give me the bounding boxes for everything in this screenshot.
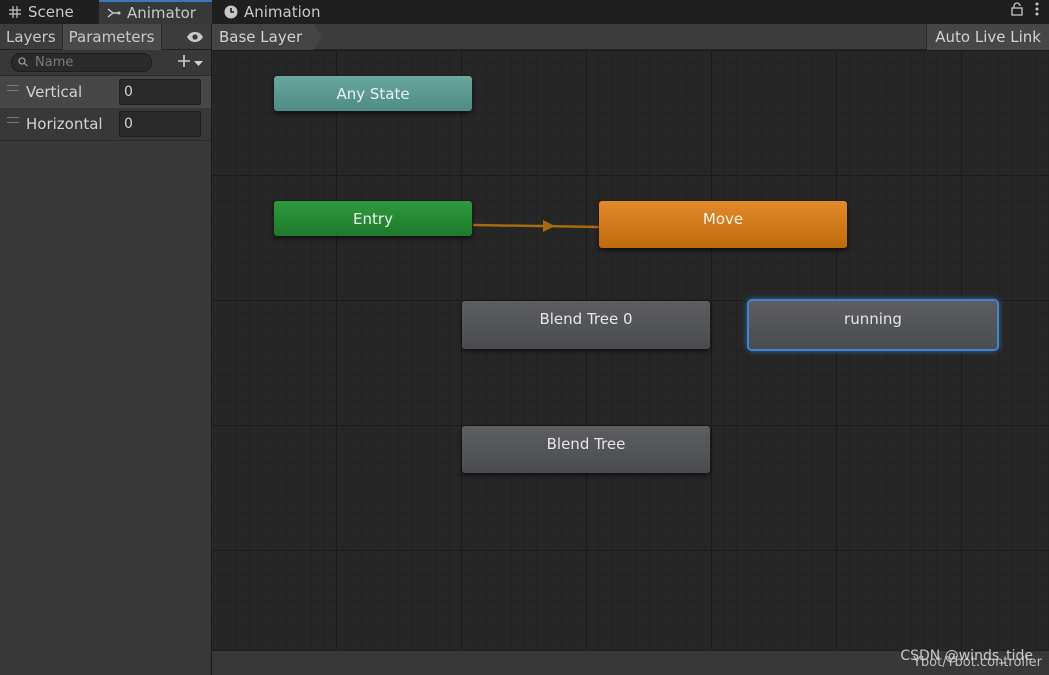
tab-scene[interactable]: Scene xyxy=(0,0,84,24)
tab-label: Animator xyxy=(127,4,196,22)
transition-layer xyxy=(472,220,601,232)
parameter-value-field[interactable] xyxy=(119,111,201,137)
state-any-state[interactable]: Any State xyxy=(274,76,472,111)
parameter-value-field[interactable] xyxy=(119,79,201,105)
tab-layers[interactable]: Layers xyxy=(0,23,63,50)
breadcrumb[interactable]: Base Layer xyxy=(212,24,322,50)
tab-label: Animation xyxy=(244,3,321,21)
parameter-row[interactable]: Horizontal xyxy=(0,108,211,140)
parameter-name: Vertical xyxy=(26,83,83,101)
lock-icon[interactable] xyxy=(1011,2,1023,20)
search-input[interactable] xyxy=(35,55,145,70)
panel-tabs: Layers Parameters xyxy=(0,23,211,50)
state-blend-tree-0[interactable]: Blend Tree 0 xyxy=(462,301,710,349)
window-tab-bar: Scene Animator Animation xyxy=(0,0,1049,24)
state-move[interactable]: Move xyxy=(599,201,847,248)
divider xyxy=(0,140,211,141)
state-label: Blend Tree xyxy=(546,435,626,453)
transition-line[interactable] xyxy=(472,223,601,229)
state-label: running xyxy=(844,310,902,328)
state-blend-tree[interactable]: Blend Tree xyxy=(462,426,710,473)
grid-icon xyxy=(8,5,22,19)
parameter-row[interactable]: Vertical xyxy=(0,76,211,108)
parameter-name: Horizontal xyxy=(26,115,103,133)
state-label: Entry xyxy=(353,210,393,228)
parameter-search-row xyxy=(0,50,211,76)
parameters-panel: Layers Parameters Vertical Horizontal xyxy=(0,23,212,675)
tab-animation[interactable]: Animation xyxy=(216,0,330,24)
clock-icon xyxy=(224,5,238,19)
more-options-icon[interactable] xyxy=(1035,2,1039,20)
window-controls xyxy=(1011,2,1039,20)
transition-arrow-icon[interactable] xyxy=(543,220,555,232)
state-label: Move xyxy=(702,210,744,228)
state-label: Any State xyxy=(336,85,410,103)
search-icon xyxy=(18,55,30,71)
eye-icon[interactable] xyxy=(185,30,205,44)
add-parameter-button[interactable] xyxy=(177,54,203,72)
drag-handle-icon[interactable] xyxy=(7,85,19,91)
plus-icon xyxy=(177,54,191,72)
state-label: Blend Tree 0 xyxy=(539,310,633,328)
drag-handle-icon[interactable] xyxy=(7,117,19,123)
state-entry[interactable]: Entry xyxy=(274,201,472,236)
tab-label: Scene xyxy=(28,3,74,21)
search-field[interactable] xyxy=(11,53,152,72)
watermark: CSDN @winds_tide xyxy=(900,648,1033,664)
dropdown-arrow-icon xyxy=(194,55,203,71)
tab-animator[interactable]: Animator xyxy=(99,0,212,24)
state-machine-graph[interactable]: Any State Entry Move Blend Tree 0 runnin… xyxy=(212,50,1049,650)
auto-live-link-button[interactable]: Auto Live Link xyxy=(926,24,1049,50)
graph-toolbar: Base Layer Auto Live Link xyxy=(212,24,1049,50)
tab-parameters[interactable]: Parameters xyxy=(62,23,162,50)
state-running[interactable]: running xyxy=(749,301,997,349)
animator-icon xyxy=(107,6,121,20)
